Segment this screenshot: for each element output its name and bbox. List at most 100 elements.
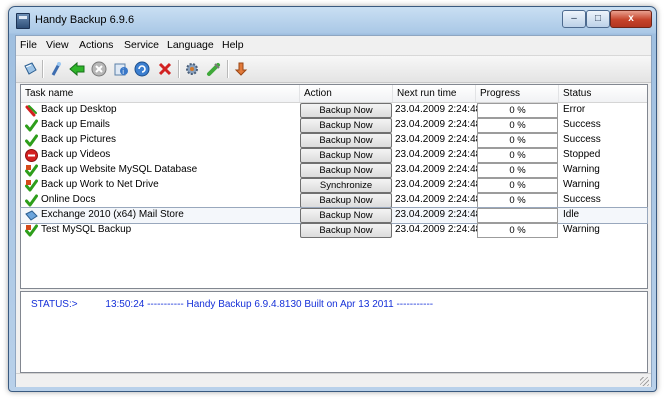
task-progress: 0 % — [477, 148, 558, 163]
task-next-run: 23.04.2009 2:24:48 — [395, 104, 482, 115]
task-progress — [477, 208, 558, 223]
idle-icon — [25, 209, 38, 222]
task-name: Back up Pictures — [41, 134, 117, 145]
title-bar[interactable]: Handy Backup 6.9.6 – □ x — [9, 7, 656, 33]
task-status: Warning — [563, 224, 600, 235]
task-next-run: 23.04.2009 2:24:48 — [395, 119, 482, 130]
menu-language[interactable]: Language — [167, 39, 214, 51]
task-row[interactable]: Back up Desktop Backup Now 23.04.2009 2:24… — [21, 103, 647, 118]
task-next-run: 23.04.2009 2:24:48 — [395, 179, 482, 190]
task-name: Back up Website MySQL Database — [41, 164, 198, 175]
task-action-button[interactable]: Backup Now — [300, 148, 392, 163]
task-name: Test MySQL Backup — [41, 224, 132, 235]
task-row[interactable]: Back up Work to Net Drive Synchronize 23.0… — [21, 178, 647, 193]
menu-view[interactable]: View — [46, 39, 69, 51]
task-status: Idle — [563, 209, 580, 220]
task-row[interactable]: Back up Pictures Backup Now 23.04.2009 2:2… — [21, 133, 647, 148]
log-message: 13:50:24 ----------- Handy Backup 6.9.4.… — [105, 299, 434, 310]
minimize-button[interactable]: – — [562, 10, 586, 28]
warning-icon — [25, 179, 38, 192]
maximize-button[interactable]: □ — [586, 10, 610, 28]
task-row[interactable]: Back up Website MySQL Database Backup Now… — [21, 163, 647, 178]
plugin-icon[interactable] — [205, 60, 223, 78]
app-icon — [16, 13, 30, 29]
task-list: Task name Action Next run time Progress … — [20, 84, 648, 289]
task-name: Back up Emails — [41, 119, 110, 130]
column-task-name[interactable]: Task name — [21, 85, 300, 102]
task-status: Warning — [563, 164, 600, 175]
log-line: STATUS:> 13:50:24 ----------- Handy Back… — [31, 299, 433, 310]
task-action-button[interactable]: Backup Now — [300, 163, 392, 178]
task-row[interactable]: Test MySQL Backup Backup Now 23.04.2009 2:… — [21, 223, 647, 238]
toolbar-separator — [178, 60, 180, 78]
status-bar — [16, 373, 651, 387]
task-next-run: 23.04.2009 2:24:48 — [395, 224, 482, 235]
task-action-button[interactable]: Synchronize — [300, 178, 392, 193]
success-icon — [25, 119, 38, 132]
task-row[interactable]: Exchange 2010 (x64) Mail Store Backup Now… — [20, 207, 648, 224]
task-action-button[interactable]: Backup Now — [300, 118, 392, 133]
menu-help[interactable]: Help — [222, 39, 244, 51]
task-status: Success — [563, 194, 601, 205]
task-next-run: 23.04.2009 2:24:48 — [395, 149, 482, 160]
task-next-run: 23.04.2009 2:24:48 — [395, 164, 482, 175]
column-progress[interactable]: Progress — [476, 85, 559, 102]
task-next-run: 23.04.2009 2:24:48 — [395, 194, 482, 205]
column-next-run[interactable]: Next run time — [393, 85, 476, 102]
toolbar-separator — [227, 60, 229, 78]
toolbar: i — [16, 55, 651, 83]
task-progress: 0 % — [477, 118, 558, 133]
task-next-run: 23.04.2009 2:24:48 — [395, 134, 482, 145]
warning-icon — [25, 224, 38, 237]
task-progress: 0 % — [477, 133, 558, 148]
task-progress: 0 % — [477, 223, 558, 238]
success-icon — [25, 134, 38, 147]
task-progress: 0 % — [477, 178, 558, 193]
menu-bar: File View Actions Service Language Help — [16, 36, 651, 54]
back-icon[interactable] — [68, 60, 86, 78]
menu-actions[interactable]: Actions — [79, 39, 113, 51]
wizard-icon[interactable] — [47, 60, 65, 78]
task-status: Stopped — [563, 149, 601, 160]
task-action-button[interactable]: Backup Now — [300, 223, 392, 238]
task-action-button[interactable]: Backup Now — [300, 208, 392, 223]
task-name: Back up Videos — [41, 149, 111, 160]
task-action-button[interactable]: Backup Now — [300, 193, 392, 208]
restore-icon[interactable] — [232, 60, 250, 78]
task-next-run: 23.04.2009 2:24:48 — [395, 209, 482, 220]
task-row[interactable]: Online Docs Backup Now 23.04.2009 2:24:48 0… — [21, 193, 647, 208]
delete-icon[interactable] — [156, 60, 174, 78]
toolbar-separator — [42, 60, 44, 78]
success-icon — [25, 194, 38, 207]
stopped-icon — [25, 149, 38, 162]
warning-icon — [25, 164, 38, 177]
task-progress: 0 % — [477, 193, 558, 208]
task-row[interactable]: Back up Emails Backup Now 23.04.2009 2:24:… — [21, 118, 647, 133]
app-window: Handy Backup 6.9.6 – □ x File View Actio… — [8, 6, 657, 392]
task-name: Back up Work to Net Drive — [41, 179, 159, 190]
task-name: Exchange 2010 (x64) Mail Store — [41, 209, 184, 220]
column-status[interactable]: Status — [559, 85, 647, 102]
menu-service[interactable]: Service — [124, 39, 159, 51]
client-area: File View Actions Service Language Help … — [15, 35, 652, 387]
task-status: Success — [563, 134, 601, 145]
settings-icon[interactable] — [183, 60, 201, 78]
task-status: Error — [563, 104, 586, 115]
task-status: Warning — [563, 179, 600, 190]
task-progress: 0 % — [477, 103, 558, 118]
resize-grip-icon[interactable] — [640, 377, 649, 386]
window-title: Handy Backup 6.9.6 — [35, 14, 135, 26]
task-status: Success — [563, 119, 601, 130]
stop-icon[interactable] — [90, 60, 108, 78]
task-list-header: Task name Action Next run time Progress … — [21, 85, 647, 103]
task-name: Back up Desktop — [41, 104, 117, 115]
task-action-button[interactable]: Backup Now — [300, 103, 392, 118]
column-action[interactable]: Action — [300, 85, 393, 102]
task-row[interactable]: Back up Videos Backup Now 23.04.2009 2:24:… — [21, 148, 647, 163]
properties-icon[interactable]: i — [112, 60, 130, 78]
new-task-icon[interactable] — [21, 60, 39, 78]
menu-file[interactable]: File — [20, 39, 37, 51]
close-button[interactable]: x — [610, 10, 652, 28]
task-action-button[interactable]: Backup Now — [300, 133, 392, 148]
refresh-icon[interactable] — [133, 60, 151, 78]
